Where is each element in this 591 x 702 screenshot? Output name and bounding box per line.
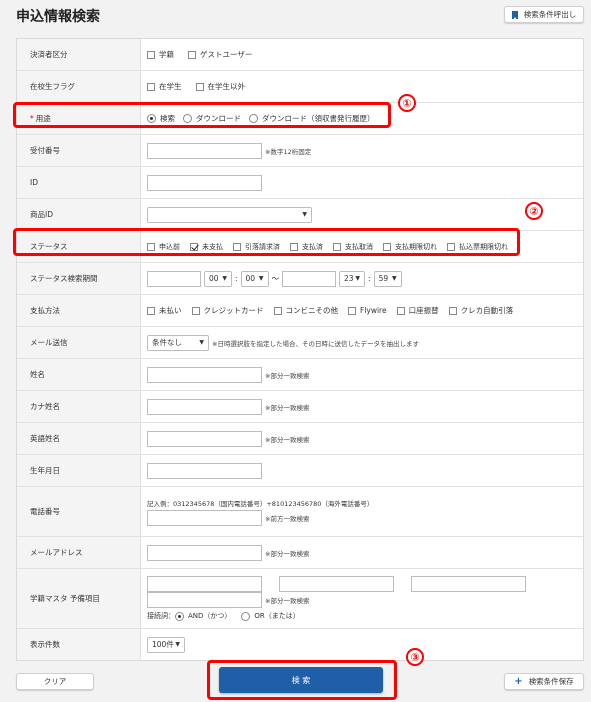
plus-icon: +	[514, 675, 523, 687]
label-product-id: 商品ID	[17, 199, 141, 230]
row-display-count: 表示件数 100件 ▼	[17, 629, 583, 660]
chevron-down-icon: ▼	[302, 211, 307, 218]
spare-field-2-input[interactable]	[279, 576, 394, 592]
checkbox-flywire[interactable]: Flywire	[348, 306, 387, 315]
highlight-status	[13, 228, 520, 256]
row-student-master: 学籍マスタ 予備項目 ※部分一致検索 接続詞： AND（かつ） OR（または）	[17, 569, 583, 629]
row-status-period: ステータス検索期間 00 ▼ : 00 ▼ ～ 23 ▼ : 59 ▼	[17, 263, 583, 295]
annotation-2: ②	[525, 202, 543, 220]
label-student-master: 学籍マスタ 予備項目	[17, 569, 141, 628]
receipt-no-note: ※数字12桁固定	[265, 147, 312, 156]
phone-example: 記入例：0312345678（国内電話番号）+810123456780（海外電話…	[147, 499, 374, 508]
period-from-date-input[interactable]	[147, 270, 201, 287]
label-status-period: ステータス検索期間	[17, 263, 141, 294]
checkbox-gakuseki[interactable]: 学籍	[147, 49, 174, 60]
label-email: メールアドレス	[17, 537, 141, 568]
radio-and[interactable]: AND（かつ）	[175, 611, 231, 621]
display-count-select[interactable]: 100件 ▼	[147, 636, 185, 653]
label-display-count: 表示件数	[17, 629, 141, 660]
birthdate-input[interactable]	[147, 462, 262, 479]
checkbox-enrolled[interactable]: 在学生	[147, 81, 182, 92]
row-mail-sent: メール送信 条件なし ▼ ※日時選択肢を指定した場合、その日時に送信したデータを抽…	[17, 327, 583, 359]
save-conditions-label: 検索条件保存	[528, 677, 574, 686]
label-name: 姓名	[17, 359, 141, 390]
label-id: ID	[17, 167, 141, 198]
english-name-input[interactable]	[147, 430, 262, 447]
row-product-id: 商品ID ▼	[17, 199, 583, 231]
checkbox-convenience[interactable]: コンビニその他	[273, 305, 338, 316]
period-to-minute-select[interactable]: 59 ▼	[373, 270, 402, 287]
email-input[interactable]	[147, 544, 262, 561]
search-button[interactable]: 検 索	[219, 667, 383, 693]
checkbox-not-enrolled[interactable]: 在学生以外	[195, 81, 245, 92]
radio-or[interactable]: OR（または）	[241, 611, 300, 621]
period-from-hour-select[interactable]: 00 ▼	[204, 270, 232, 287]
period-from-minute-select[interactable]: 00 ▼	[240, 270, 269, 287]
page-title: 申込情報検索	[16, 9, 100, 25]
label-enrollment: 在校生フラグ	[17, 71, 141, 102]
spare-field-4-input[interactable]	[147, 592, 262, 608]
checkbox-credit-card[interactable]: クレジットカード	[191, 305, 264, 316]
load-conditions-button[interactable]: 検索条件呼出し	[504, 6, 584, 23]
row-phone: 電話番号 記入例：0312345678（国内電話番号）+810123456780…	[17, 487, 583, 537]
save-conditions-button[interactable]: + 検索条件保存	[504, 673, 584, 690]
spare-field-1-input[interactable]	[147, 576, 262, 592]
checkbox-method-unpaid[interactable]: 未払い	[147, 305, 182, 316]
mail-sent-note: ※日時選択肢を指定した場合、その日時に送信したデータを抽出します	[212, 339, 419, 348]
mail-sent-select[interactable]: 条件なし ▼	[147, 334, 209, 351]
highlight-purpose	[13, 102, 391, 128]
row-payment-method: 支払方法 未払い クレジットカード コンビニその他 Flywire 口座振替 ク…	[17, 295, 583, 327]
clear-button[interactable]: クリア	[16, 673, 94, 690]
label-kana-name: カナ姓名	[17, 391, 141, 422]
phone-input[interactable]	[147, 509, 262, 526]
label-english-name: 英語姓名	[17, 423, 141, 454]
bookmark-icon	[511, 10, 518, 20]
row-name: 姓名 ※部分一致検索	[17, 359, 583, 391]
row-kana-name: カナ姓名 ※部分一致検索	[17, 391, 583, 423]
annotation-3: ③	[406, 648, 424, 666]
label-phone: 電話番号	[17, 487, 141, 536]
conjunction-label: 接続詞：	[147, 612, 175, 620]
row-enrollment: 在校生フラグ 在学生 在学生以外	[17, 71, 583, 103]
checkbox-card-auto-debit[interactable]: クレカ自動引落	[448, 305, 513, 316]
row-email: メールアドレス ※部分一致検索	[17, 537, 583, 569]
spare-field-3-input[interactable]	[411, 576, 526, 592]
label-payer-type: 決済者区分	[17, 39, 141, 70]
load-conditions-label: 検索条件呼出し	[523, 10, 577, 19]
label-payment-method: 支払方法	[17, 295, 141, 326]
row-id: ID	[17, 167, 583, 199]
period-to-date-input[interactable]	[282, 270, 337, 287]
row-receipt-no: 受付番号 ※数字12桁固定	[17, 135, 583, 167]
product-id-select[interactable]: ▼	[147, 206, 312, 223]
name-input[interactable]	[147, 366, 262, 383]
annotation-1: ①	[398, 94, 416, 112]
row-english-name: 英語姓名 ※部分一致検索	[17, 423, 583, 455]
label-mail-sent: メール送信	[17, 327, 141, 358]
label-birthdate: 生年月日	[17, 455, 141, 486]
row-payer-type: 決済者区分 学籍 ゲストユーザー	[17, 39, 583, 71]
label-receipt-no: 受付番号	[17, 135, 141, 166]
row-birthdate: 生年月日	[17, 455, 583, 487]
checkbox-bank-transfer[interactable]: 口座振替	[396, 305, 439, 316]
kana-name-input[interactable]	[147, 398, 262, 415]
search-form: 決済者区分 学籍 ゲストユーザー 在校生フラグ 在学生 在学生以外 * 用途 検索…	[16, 38, 584, 661]
id-input[interactable]	[147, 174, 262, 191]
receipt-no-input[interactable]	[147, 142, 262, 159]
period-to-hour-select[interactable]: 23 ▼	[339, 270, 366, 287]
checkbox-guest-user[interactable]: ゲストユーザー	[188, 49, 252, 60]
